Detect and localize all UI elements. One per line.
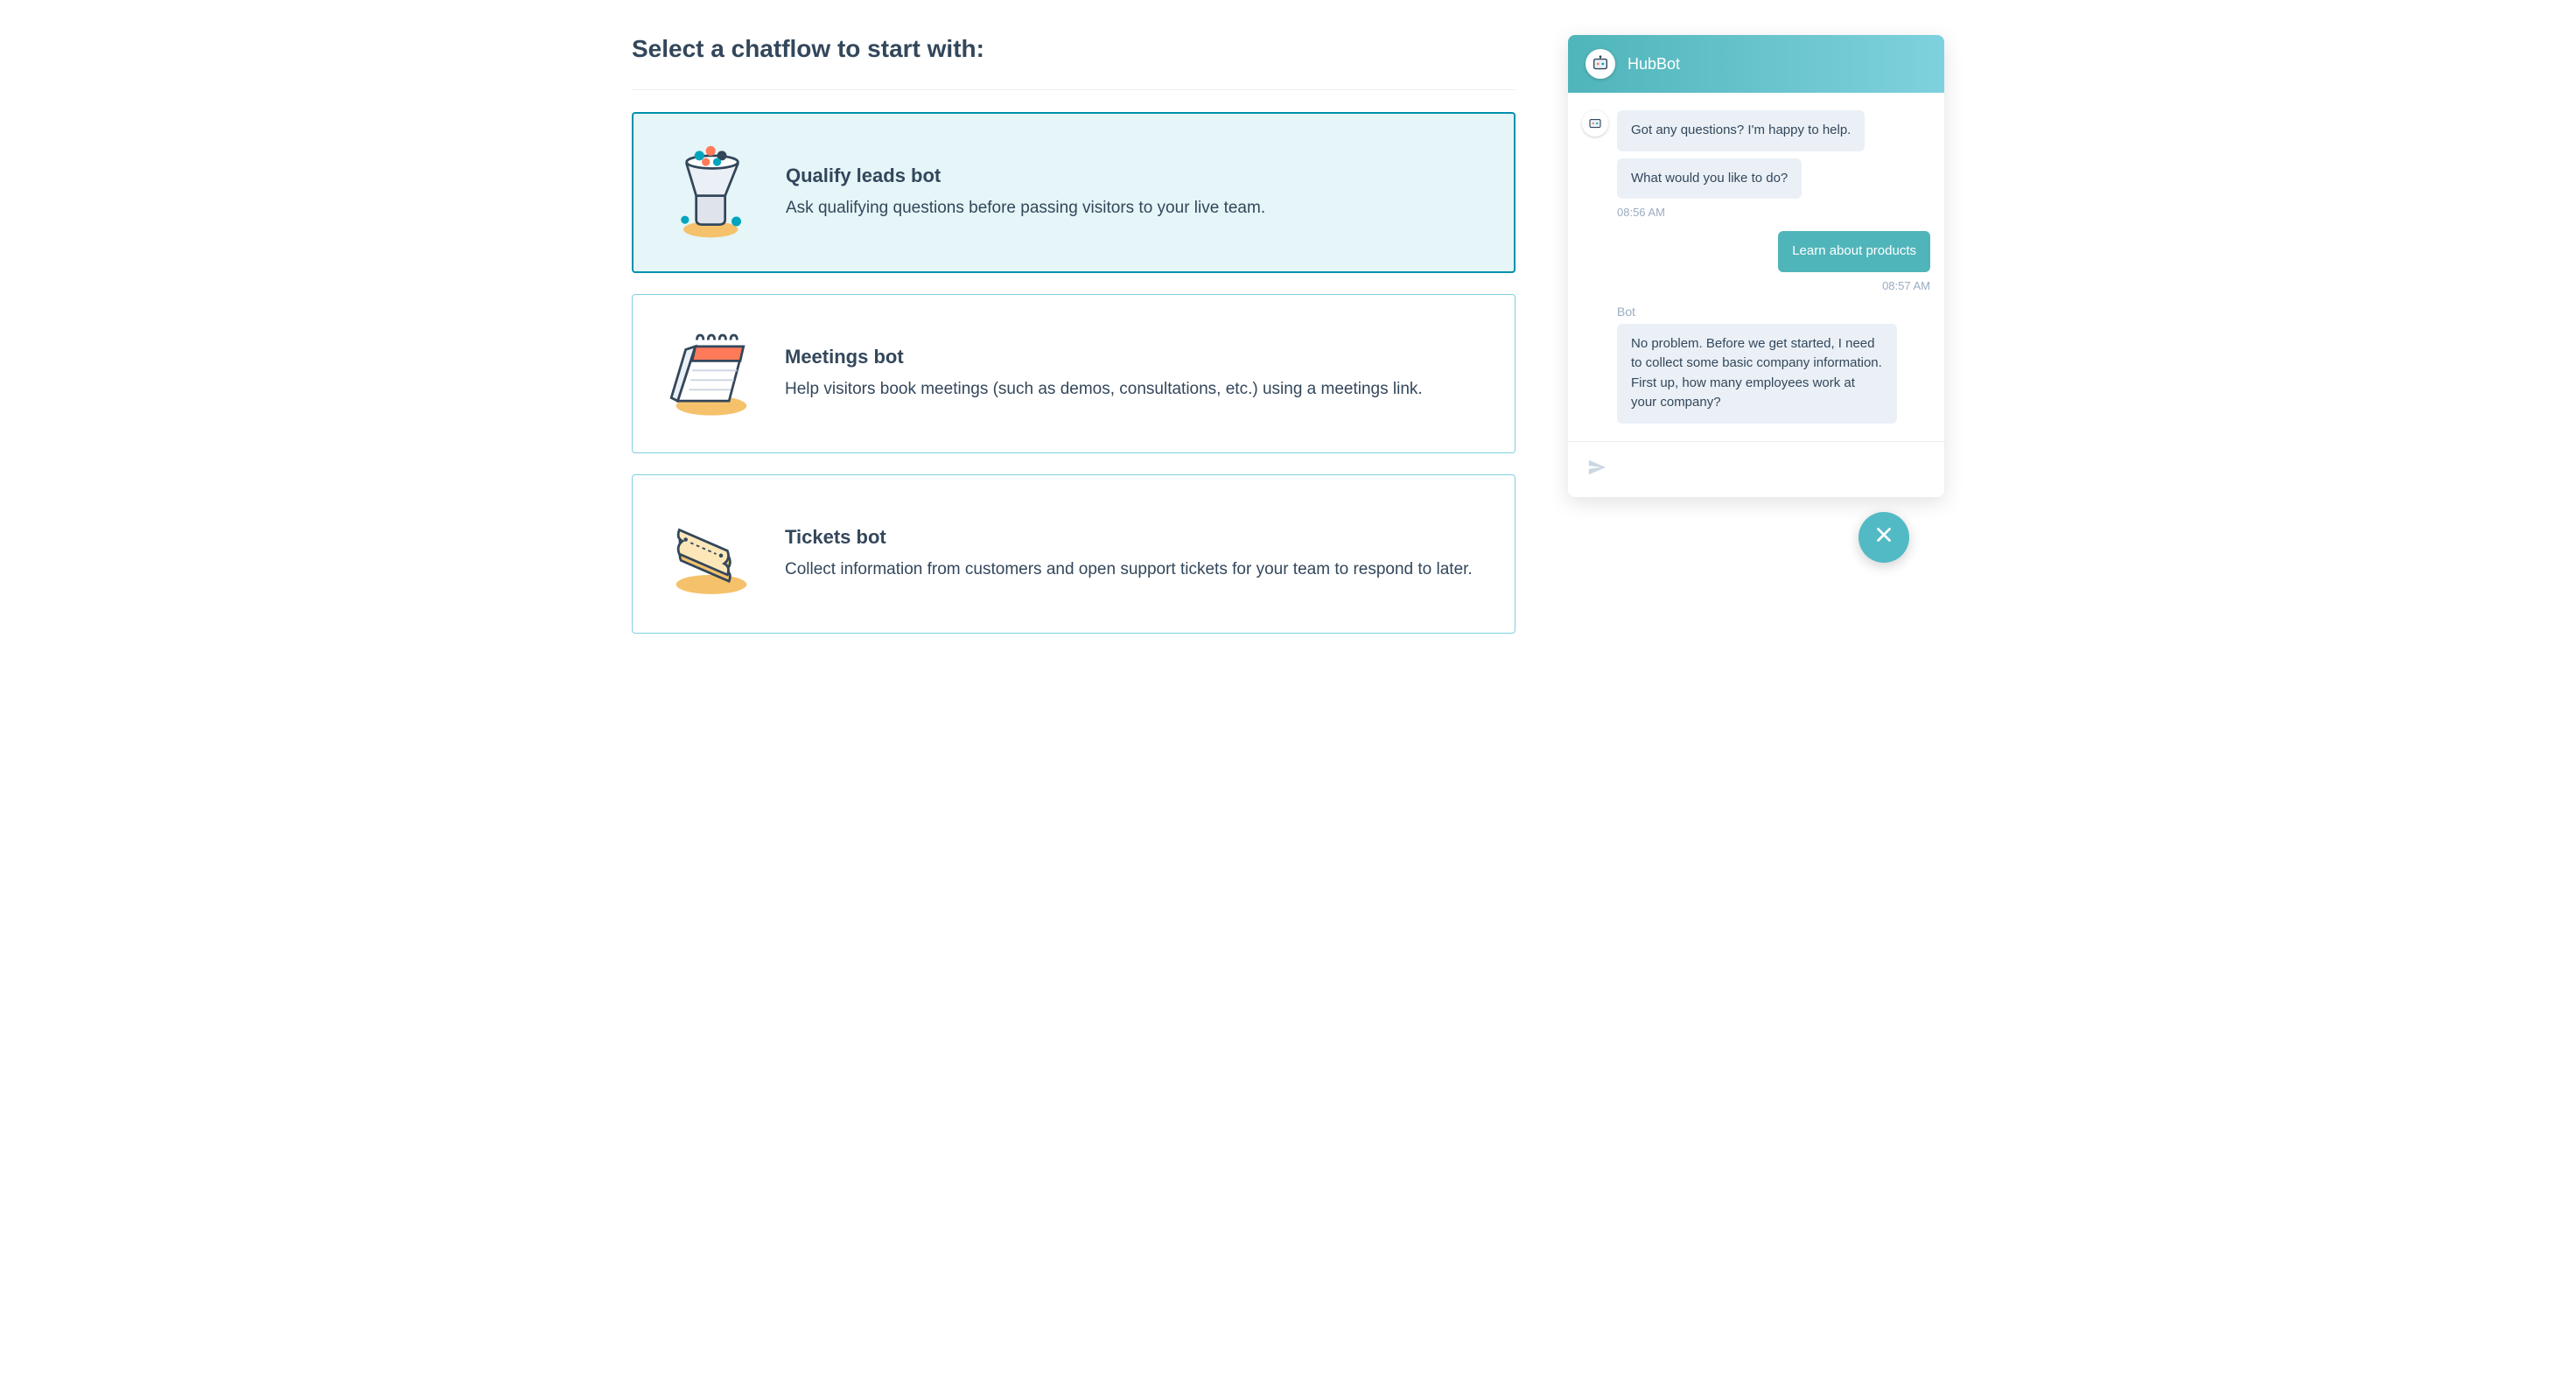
bot-avatar-icon [1586,49,1615,79]
message-timestamp: 08:56 AM [1617,206,1930,219]
funnel-icon [660,140,765,245]
card-description: Ask qualifying questions before passing … [786,196,1488,221]
chatflow-card-meetings[interactable]: Meetings bot Help visitors book meetings… [632,294,1516,453]
close-icon [1872,523,1895,550]
card-title: Tickets bot [785,526,1488,549]
bot-message: Got any questions? I'm happy to help. [1617,110,1865,151]
close-chat-button[interactable] [1858,512,1909,563]
calendar-icon [659,321,764,426]
bot-message: No problem. Before we get started, I nee… [1617,324,1897,424]
chatflow-card-qualify-leads[interactable]: Qualify leads bot Ask qualifying questio… [632,112,1516,273]
bot-avatar-icon [1582,110,1608,137]
chat-header-title: HubBot [1628,55,1680,74]
chat-input-area[interactable] [1568,441,1944,497]
card-description: Help visitors book meetings (such as dem… [785,377,1488,403]
chat-header: HubBot [1568,35,1944,93]
card-description: Collect information from customers and o… [785,557,1488,583]
page-title: Select a chatflow to start with: [632,35,1516,63]
chat-preview-panel: HubBot Got any questions? I'm happy to h… [1568,35,1944,497]
ticket-icon [659,501,764,606]
message-sender-label: Bot [1617,305,1930,319]
chatflow-options-list: Qualify leads bot Ask qualifying questio… [632,89,1516,634]
card-title: Qualify leads bot [786,165,1488,187]
send-icon[interactable] [1587,458,1606,481]
message-timestamp: 08:57 AM [1582,279,1930,292]
card-title: Meetings bot [785,346,1488,368]
bot-message: What would you like to do? [1617,158,1802,200]
user-message: Learn about products [1778,231,1930,272]
chat-message-list: Got any questions? I'm happy to help. Wh… [1568,93,1944,441]
chatflow-card-tickets[interactable]: Tickets bot Collect information from cus… [632,474,1516,634]
